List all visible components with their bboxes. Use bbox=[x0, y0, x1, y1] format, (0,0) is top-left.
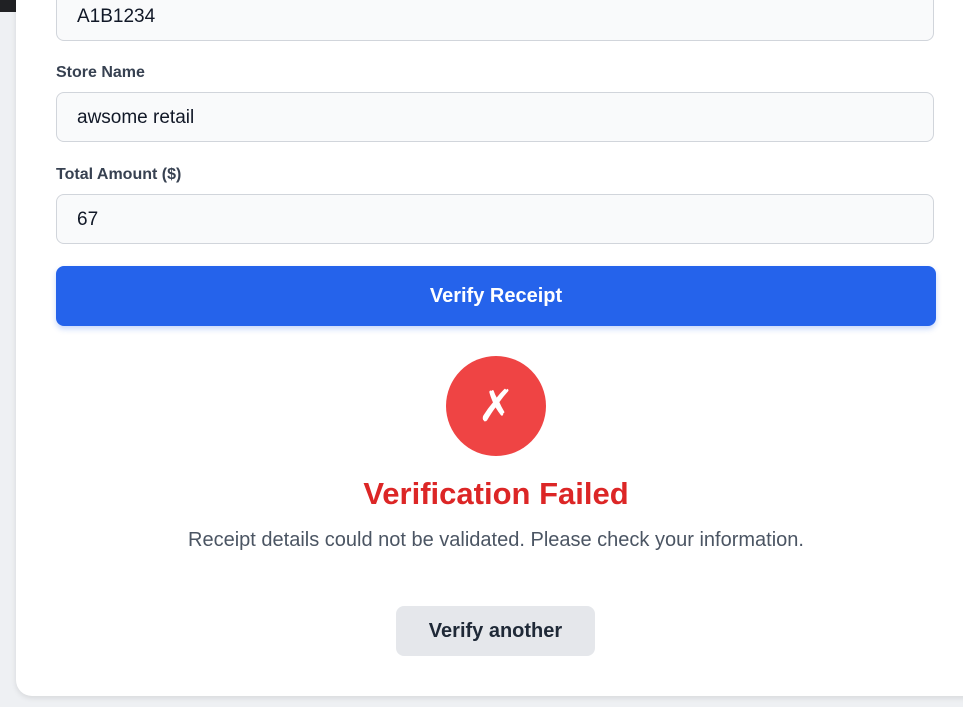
x-mark-icon: ✗ bbox=[446, 356, 546, 456]
verify-another-button[interactable]: Verify another bbox=[396, 606, 595, 656]
total-amount-label: Total Amount ($) bbox=[56, 166, 182, 183]
receipt-number-input[interactable]: A1B1234 bbox=[56, 0, 934, 41]
store-name-label: Store Name bbox=[56, 64, 145, 81]
store-name-input[interactable]: awsome retail bbox=[56, 92, 934, 142]
verification-failed-message: Receipt details could not be validated. … bbox=[188, 529, 804, 551]
verify-receipt-button[interactable]: Verify Receipt bbox=[56, 266, 936, 326]
total-amount-input[interactable]: 67 bbox=[56, 194, 934, 244]
verification-failed-title: Verification Failed bbox=[363, 476, 629, 511]
